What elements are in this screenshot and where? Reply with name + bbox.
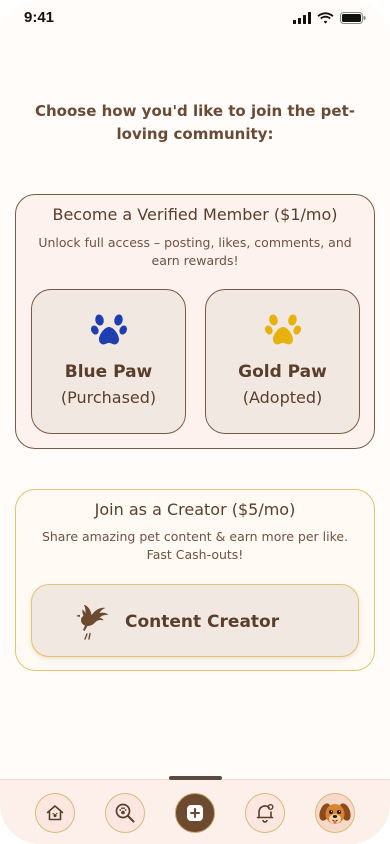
verified-member-description: Unlock full access – posting, likes, com… xyxy=(38,235,352,268)
paw-icon xyxy=(90,314,127,345)
search-icon xyxy=(115,803,135,823)
content-creator-button[interactable]: Content Creator xyxy=(31,584,359,657)
signal-icon xyxy=(293,12,311,24)
intro-heading: Choose how you'd like to join the pet-lo… xyxy=(35,102,355,143)
wifi-icon xyxy=(317,12,334,24)
nav-profile-button[interactable] xyxy=(315,793,355,833)
status-time: 9:41 xyxy=(24,9,55,26)
bottom-navigation xyxy=(0,779,390,844)
paw-icon xyxy=(264,314,301,345)
verified-member-card: Become a Verified Member ($1/mo) Unlock … xyxy=(15,194,375,449)
gold-paw-button[interactable]: Gold Paw (Adopted) xyxy=(205,289,360,434)
status-bar: 9:41 xyxy=(0,0,390,40)
creator-title: Join as a Creator ($5/mo) xyxy=(94,500,296,519)
creator-card: Join as a Creator ($5/mo) Share amazing … xyxy=(15,489,375,671)
blue-paw-button[interactable]: Blue Paw (Purchased) xyxy=(31,289,186,434)
blue-paw-label: Blue Paw xyxy=(64,362,153,382)
home-indicator xyxy=(169,776,222,780)
gold-paw-status: (Adopted) xyxy=(242,388,323,407)
battery-icon xyxy=(340,12,366,24)
content-creator-label: Content Creator xyxy=(125,612,280,632)
nav-notifications-button[interactable] xyxy=(245,793,285,833)
home-icon xyxy=(46,805,64,821)
profile-avatar xyxy=(316,794,354,832)
nav-search-button[interactable] xyxy=(105,793,145,833)
plus-icon xyxy=(187,805,203,821)
verified-member-title: Become a Verified Member ($1/mo) xyxy=(52,205,338,224)
status-icons xyxy=(293,12,366,24)
nav-home-button[interactable] xyxy=(35,793,75,833)
creator-description: Share amazing pet content & earn more pe… xyxy=(41,529,349,562)
blue-paw-status: (Purchased) xyxy=(60,388,157,407)
dove-icon xyxy=(76,605,109,640)
nav-create-button[interactable] xyxy=(175,793,215,833)
phone-screen: 9:41 Choose how you'd like to join the p… xyxy=(0,0,390,844)
gold-paw-label: Gold Paw xyxy=(238,362,327,382)
notification-bell-icon xyxy=(256,804,274,823)
